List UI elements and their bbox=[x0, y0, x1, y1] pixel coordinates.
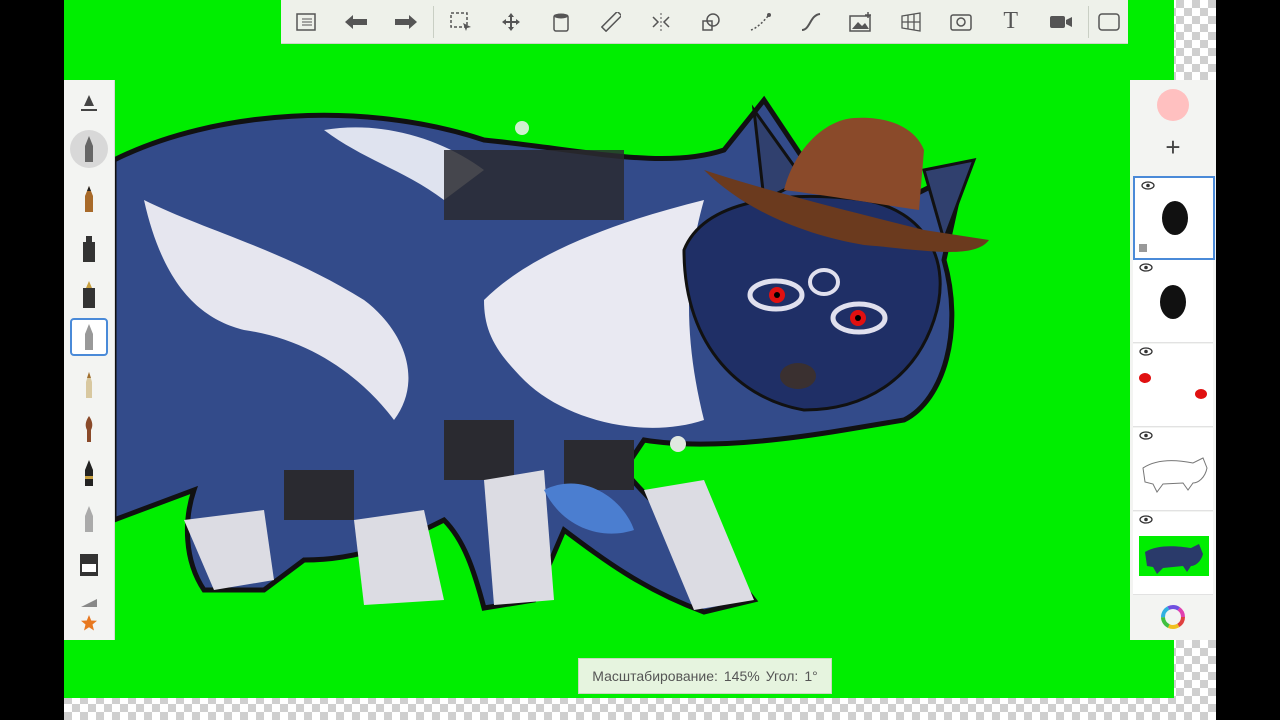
fineliner-icon[interactable] bbox=[70, 366, 108, 404]
layer-background-wolf[interactable] bbox=[1133, 512, 1213, 595]
fullscreen-icon[interactable] bbox=[1091, 0, 1129, 43]
fill-icon[interactable] bbox=[536, 0, 586, 43]
ink-pen-icon[interactable] bbox=[70, 230, 108, 268]
layer-red-eyes[interactable] bbox=[1133, 344, 1213, 427]
layer-thumbnail bbox=[1160, 285, 1186, 319]
current-color-swatch[interactable] bbox=[1157, 89, 1189, 121]
eraser-icon[interactable] bbox=[70, 546, 108, 584]
ballpoint-pen-icon[interactable] bbox=[70, 318, 108, 356]
perspective-icon[interactable] bbox=[886, 0, 936, 43]
pencil-icon[interactable] bbox=[70, 180, 108, 218]
marker-icon[interactable] bbox=[70, 276, 108, 314]
layer-black-blob[interactable] bbox=[1133, 176, 1215, 260]
layer-black-blob-2[interactable] bbox=[1133, 260, 1213, 343]
brush-settings-icon[interactable] bbox=[70, 84, 108, 122]
zoom-value: 145% bbox=[723, 668, 760, 684]
top-toolbar: T bbox=[281, 0, 1128, 44]
list-icon[interactable] bbox=[281, 0, 331, 43]
angle-label: Угол: bbox=[765, 668, 799, 684]
calligraphy-icon[interactable] bbox=[70, 454, 108, 492]
add-layer-button[interactable]: + bbox=[1160, 132, 1186, 162]
color-wheel-icon[interactable] bbox=[1160, 604, 1186, 630]
layer-thumbnail bbox=[1142, 457, 1208, 493]
undo-icon[interactable] bbox=[331, 0, 381, 43]
video-icon[interactable] bbox=[1036, 0, 1086, 43]
import-image-icon[interactable] bbox=[836, 0, 886, 43]
layer-sketch-outline[interactable] bbox=[1133, 428, 1213, 511]
brush-palette bbox=[64, 80, 115, 640]
stroke-icon[interactable] bbox=[786, 0, 836, 43]
airbrush-icon[interactable] bbox=[70, 130, 108, 168]
favorites-star-icon[interactable] bbox=[70, 604, 108, 642]
text-icon[interactable]: T bbox=[986, 0, 1036, 43]
selection-icon[interactable] bbox=[436, 0, 486, 43]
text-tool-label: T bbox=[1003, 8, 1019, 34]
layer-thumbnail bbox=[1139, 373, 1207, 399]
toolbar-divider bbox=[1087, 5, 1089, 38]
time-lapse-icon[interactable] bbox=[936, 0, 986, 43]
paintbrush-icon[interactable] bbox=[70, 410, 108, 448]
app-screen: T Масштабирование: 145% Угол: 1° bbox=[64, 0, 1216, 720]
wolf-artwork bbox=[111, 95, 989, 615]
angle-value: 1° bbox=[804, 668, 818, 684]
smudge-icon[interactable] bbox=[70, 500, 108, 538]
toolbar-divider bbox=[433, 5, 434, 38]
zoom-label: Масштабирование: bbox=[592, 668, 718, 684]
redo-icon[interactable] bbox=[381, 0, 431, 43]
symmetry-icon[interactable] bbox=[636, 0, 686, 43]
drawing-canvas[interactable] bbox=[64, 0, 1174, 698]
shapes-icon[interactable] bbox=[686, 0, 736, 43]
transform-icon[interactable] bbox=[486, 0, 536, 43]
layers-panel: + bbox=[1130, 80, 1216, 640]
curve-icon[interactable] bbox=[736, 0, 786, 43]
layer-thumbnail bbox=[1139, 201, 1188, 252]
zoom-status-bar: Масштабирование: 145% Угол: 1° bbox=[578, 658, 832, 694]
layer-thumbnail bbox=[1139, 536, 1209, 576]
ruler-icon[interactable] bbox=[586, 0, 636, 43]
